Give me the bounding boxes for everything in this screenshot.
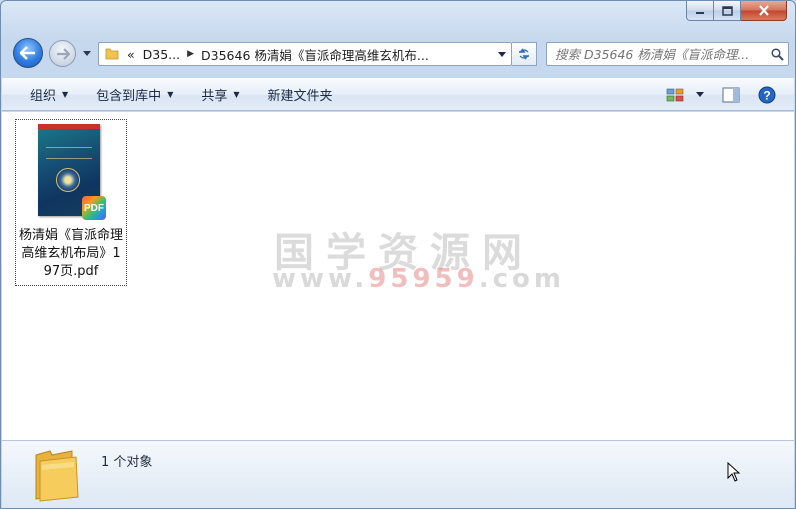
chevron-down-icon	[498, 51, 506, 57]
refresh-button[interactable]	[512, 42, 537, 66]
thumbnail-text-lines	[46, 147, 92, 159]
watermark-url: www.95959.com	[272, 264, 561, 294]
address-bar[interactable]: « D35... ▶ D35646 杨清娟《盲派命理高维玄机布...	[98, 42, 512, 66]
preview-pane-button[interactable]	[708, 79, 752, 110]
chevron-down-icon	[83, 50, 91, 56]
minimize-button[interactable]	[686, 1, 714, 21]
address-dropdown-button[interactable]	[493, 43, 511, 65]
folder-icon	[101, 43, 123, 65]
thumbnail-emblem-icon	[56, 168, 80, 192]
view-options-icon	[666, 88, 684, 101]
new-folder-label: 新建文件夹	[267, 89, 333, 104]
item-count: 1 个对象	[101, 455, 153, 470]
chevron-down-icon: ▼	[233, 90, 240, 99]
share-menu[interactable]: 共享 ▼	[187, 79, 253, 110]
details-pane: 1 个对象	[2, 440, 794, 508]
maximize-icon	[721, 5, 733, 16]
change-view-button[interactable]	[658, 79, 692, 110]
include-in-library-menu[interactable]: 包含到库中 ▼	[82, 79, 187, 110]
folder-large-icon	[32, 445, 82, 503]
organize-menu[interactable]: 组织 ▼	[2, 79, 82, 110]
pdf-icon: PDF	[82, 196, 106, 220]
chevron-down-icon: ▼	[62, 90, 69, 99]
mouse-cursor-icon	[727, 462, 741, 482]
view-dropdown-button[interactable]	[692, 79, 708, 110]
watermark-url-suffix: .com	[478, 264, 565, 294]
share-label: 共享	[201, 89, 228, 104]
new-folder-button[interactable]: 新建文件夹	[254, 79, 347, 110]
address-overflow[interactable]: «	[123, 47, 139, 62]
help-icon: ?	[758, 86, 776, 103]
watermark-url-highlight: 95959	[368, 264, 479, 294]
command-bar: 组织 ▼ 包含到库中 ▼ 共享 ▼ 新建文件夹 ?	[2, 78, 794, 111]
back-button[interactable]	[13, 38, 43, 68]
toolbar-right: ?	[658, 79, 794, 110]
arrow-left-icon	[20, 46, 35, 60]
organize-label: 组织	[30, 89, 57, 104]
close-icon	[758, 5, 769, 16]
preview-pane-icon	[722, 87, 740, 102]
watermark-url-prefix: www.	[272, 264, 369, 294]
search-input[interactable]	[547, 46, 766, 62]
explorer-window: « D35... ▶ D35646 杨清娟《盲派命理高维玄机布... 组织 ▼ …	[0, 0, 796, 509]
forward-button[interactable]	[49, 40, 76, 67]
breadcrumb-item[interactable]: D35...	[139, 47, 184, 62]
svg-text:?: ?	[763, 88, 770, 102]
search-icon[interactable]	[766, 43, 788, 65]
breadcrumb-item[interactable]: D35646 杨清娟《盲派命理高维玄机布...	[197, 45, 433, 64]
help-button[interactable]: ?	[752, 79, 794, 110]
chevron-down-icon	[696, 92, 704, 97]
recent-pages-button[interactable]	[81, 47, 93, 59]
navigation-bar: « D35... ▶ D35646 杨清娟《盲派命理高维玄机布...	[1, 37, 795, 69]
refresh-icon	[519, 48, 529, 60]
include-in-library-label: 包含到库中	[96, 89, 162, 104]
breadcrumb-separator-icon[interactable]: ▶	[184, 49, 197, 59]
file-list-area[interactable]: 国学资源网 www.95959.com PDF 杨清娟《盲派命理高维玄机布局》1…	[2, 112, 794, 440]
file-item[interactable]: PDF 杨清娟《盲派命理高维玄机布局》197页.pdf	[15, 119, 127, 286]
close-button[interactable]	[741, 1, 787, 21]
search-box[interactable]	[546, 42, 789, 66]
minimize-icon	[696, 11, 704, 14]
thumbnail-header-band	[38, 124, 100, 129]
file-name: 杨清娟《盲派命理高维玄机布局》197页.pdf	[18, 228, 123, 279]
chevron-down-icon: ▼	[167, 90, 174, 99]
caption-buttons	[686, 1, 787, 22]
maximize-button[interactable]	[714, 1, 741, 21]
arrow-right-icon	[56, 47, 70, 60]
